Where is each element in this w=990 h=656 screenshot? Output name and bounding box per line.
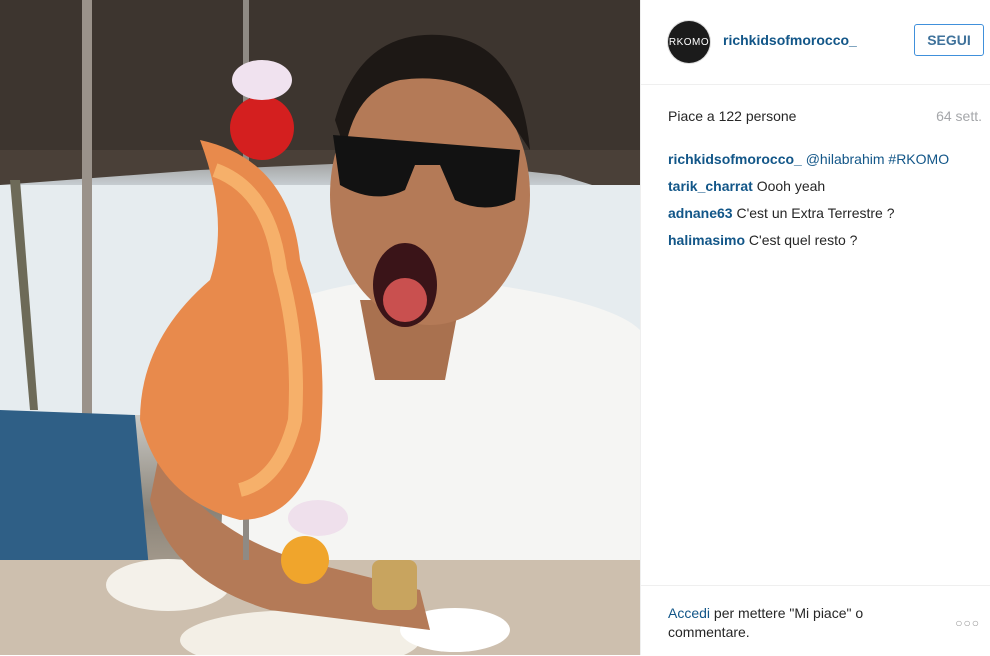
comments-list: richkidsofmorocco_ @hilabrahim #RKOMO ta…	[668, 150, 982, 258]
comment-item: tarik_charrat Oooh yeah	[668, 177, 982, 195]
comment-item: adnane63 C'est un Extra Terrestre ?	[668, 204, 982, 222]
comment-text: Oooh yeah	[756, 178, 826, 194]
likes-count: Piace a 122 persone	[668, 108, 797, 124]
username-link[interactable]: richkidsofmorocco_	[723, 32, 857, 48]
ellipsis-icon[interactable]: ○○○	[955, 616, 980, 630]
avatar-text: RKOMO	[668, 36, 710, 48]
post-header: RKOMO richkidsofmorocco_ SEGUI	[641, 0, 990, 85]
follow-button[interactable]: SEGUI	[914, 24, 984, 56]
post-age[interactable]: 64 sett.	[936, 108, 982, 124]
comment-item: halimasimo C'est quel resto ?	[668, 231, 982, 249]
comment-text: C'est quel resto ?	[748, 232, 858, 248]
comment-text: C'est un Extra Terrestre ?	[736, 205, 895, 221]
comment-item: richkidsofmorocco_ @hilabrahim #RKOMO	[668, 150, 982, 168]
post-footer: Accedi per mettere "Mi piace" o commenta…	[641, 585, 990, 656]
comment-text[interactable]: @hilabrahim #RKOMO	[806, 151, 949, 167]
post-sidebar: RKOMO richkidsofmorocco_ SEGUI Piace a 1…	[640, 0, 990, 655]
avatar[interactable]: RKOMO	[668, 21, 710, 63]
post-photo	[0, 0, 640, 655]
login-prompt: Accedi per mettere "Mi piace" o commenta…	[668, 604, 913, 642]
comment-username[interactable]: halimasimo	[668, 232, 745, 248]
comment-username[interactable]: adnane63	[668, 205, 733, 221]
comment-username[interactable]: tarik_charrat	[668, 178, 753, 194]
login-link[interactable]: Accedi	[668, 605, 710, 621]
comment-username[interactable]: richkidsofmorocco_	[668, 151, 802, 167]
